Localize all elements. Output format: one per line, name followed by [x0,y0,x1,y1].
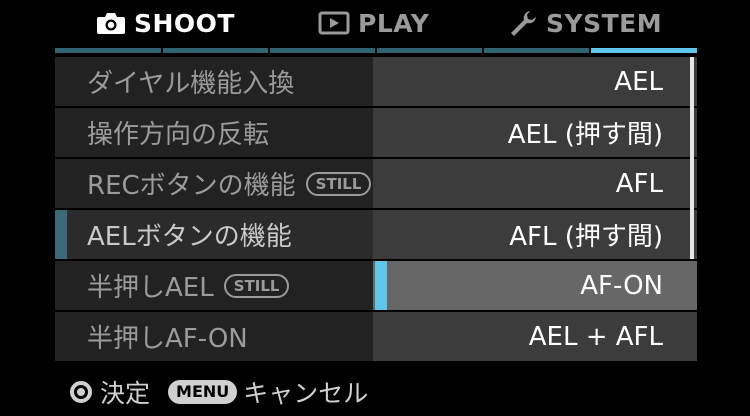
menu-item-label: ダイヤル機能入換 [87,69,295,99]
selection-marker [55,210,67,259]
option-afl[interactable]: AFL [373,159,697,208]
menu-item-label: 半押しAEL [87,273,214,303]
play-icon [318,11,350,35]
option-ael-hold[interactable]: AEL (押す間) [373,108,697,157]
menu-item-label: RECボタンの機能 [87,171,296,201]
ok-button-icon [70,381,92,403]
option-dropdown: AEL AEL (押す間) AFL AFL (押す間) AF-ON AEL + … [373,57,697,363]
option-afl-hold[interactable]: AFL (押す間) [373,210,697,259]
menu-item-half-press-af-on[interactable]: 半押しAF-ON [55,312,373,361]
highlight-marker [375,261,387,310]
key-guide: 決定 MENU キャンセル [70,374,368,410]
wrench-icon [508,9,538,37]
menu-item-label: 半押しAF-ON [87,324,248,354]
tab-play-label: PLAY [358,8,430,38]
tab-system[interactable]: SYSTEM [508,6,662,40]
option-label: AEL (押す間) [507,120,663,150]
settings-list: ダイヤル機能入換 操作方向の反転 RECボタンの機能 STILL AELボタンの… [55,57,373,363]
menu-item-dial-swap[interactable]: ダイヤル機能入換 [55,57,373,106]
menu-item-rec-button-function[interactable]: RECボタンの機能 STILL [55,159,373,208]
option-ael[interactable]: AEL [373,57,697,106]
menu-item-ael-button-function[interactable]: AELボタンの機能 [55,210,373,259]
still-badge: STILL [305,171,372,196]
menu-tabs: SHOOT PLAY SYSTEM [0,0,750,48]
tab-bar-segment [484,48,589,53]
tab-bar-segment [55,48,161,53]
tab-play[interactable]: PLAY [318,6,429,40]
camera-icon [96,11,126,35]
confirm-label: 決定 [100,379,151,408]
option-label: AEL + AFL [528,321,663,352]
tab-shoot[interactable]: SHOOT [96,6,235,40]
menu-item-label: 操作方向の反転 [87,120,270,150]
menu-item-label: AELボタンの機能 [87,222,292,252]
option-label: AF-ON [580,270,663,301]
tab-bar-segment [377,48,482,53]
menu-button-badge: MENU [168,380,238,404]
tab-bar-segment-active [591,48,697,53]
tab-bar-segment [270,48,375,53]
tab-shoot-label: SHOOT [134,8,235,38]
tab-system-label: SYSTEM [546,8,663,38]
option-label: AEL [614,66,663,97]
option-af-on[interactable]: AF-ON [373,261,697,310]
still-badge: STILL [223,273,290,298]
option-ael-afl[interactable]: AEL + AFL [373,312,697,361]
option-label: AFL (押す間) [509,222,663,252]
cancel-label: キャンセル [243,379,369,408]
option-label: AFL [615,168,663,199]
menu-item-half-press-ael[interactable]: 半押しAEL STILL [55,261,373,310]
dropdown-scrollbar[interactable] [690,57,694,259]
menu-item-reverse-direction[interactable]: 操作方向の反転 [55,108,373,157]
tab-bar-segment [163,48,268,53]
